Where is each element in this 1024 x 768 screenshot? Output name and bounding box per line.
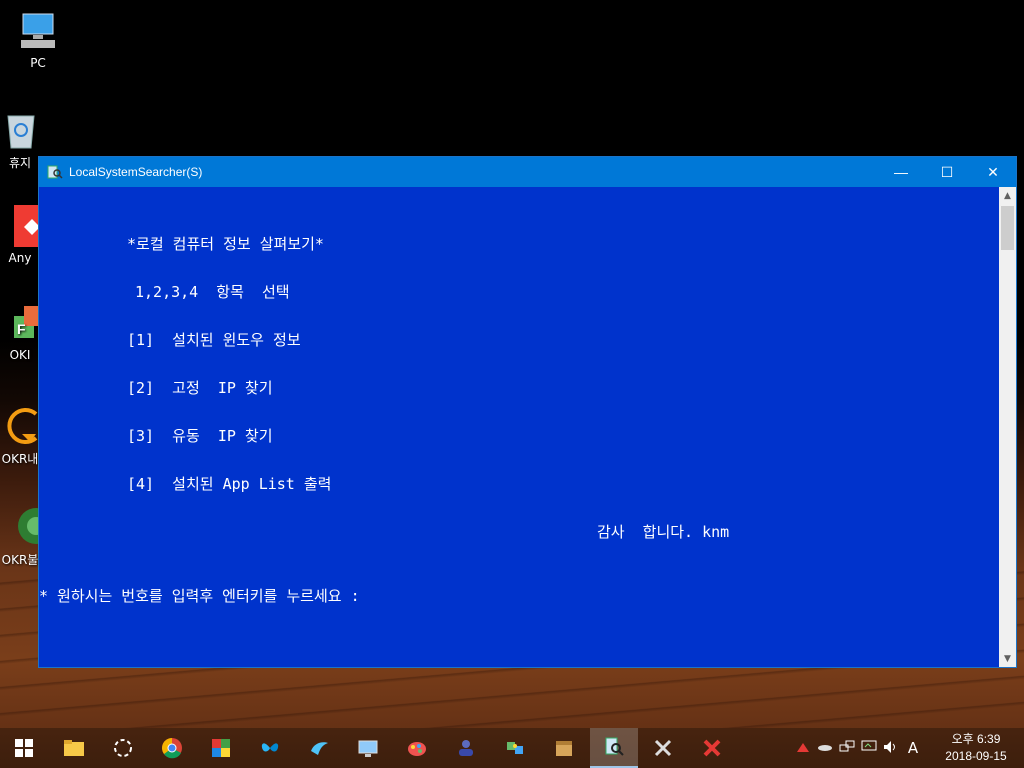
anydesk-icon <box>0 205 40 251</box>
console-option-2: [2] 고정 IP 찾기 <box>127 379 273 397</box>
taskbar-local-system-searcher[interactable] <box>590 728 638 768</box>
desktop-icon-label: 휴지 <box>8 156 32 170</box>
taskbar-butterfly[interactable] <box>246 728 294 768</box>
okr-app-icon: F <box>0 302 40 344</box>
taskbar: A 오후 6:39 2018-09-15 <box>0 728 1024 768</box>
scroll-up-icon[interactable]: ▲ <box>999 187 1016 204</box>
console-thanks: 감사 합니다. knm <box>597 523 730 541</box>
vertical-scrollbar[interactable]: ▲ ▼ <box>999 187 1016 667</box>
volume-icon[interactable] <box>880 740 902 757</box>
taskbar-clock[interactable]: 오후 6:39 2018-09-15 <box>936 731 1016 765</box>
file-explorer-icon <box>64 740 84 756</box>
window-titlebar[interactable]: LocalSystemSearcher(S) — ☐ ✕ <box>39 157 1016 187</box>
taskbar-red-x[interactable] <box>688 728 736 768</box>
taskbar-colorful-app[interactable] <box>197 728 245 768</box>
bird-icon <box>311 742 328 755</box>
desktop-icon-pc[interactable]: PC <box>0 10 76 70</box>
desktop-icon-okr-refresh[interactable]: OKR내 <box>0 404 40 467</box>
maximize-button[interactable]: ☐ <box>924 157 970 187</box>
taskbar-paint[interactable] <box>393 728 441 768</box>
butterfly-icon <box>261 743 279 752</box>
taskbar-bird[interactable] <box>295 728 343 768</box>
taskbar-chrome[interactable] <box>148 728 196 768</box>
close-button[interactable]: ✕ <box>970 157 1016 187</box>
tray-cloud-icon[interactable] <box>814 741 836 755</box>
console-input-prompt: * 원하시는 번호를 입력후 엔터키를 누르세요 : <box>39 587 360 605</box>
green-disc-icon <box>0 505 40 547</box>
console-output[interactable]: *로컬 컴퓨터 정보 살펴보기* 1,2,3,4 항목 선택 [1] 설치된 윈… <box>39 187 999 667</box>
desktop-icon-anydesk[interactable]: Any <box>0 205 40 265</box>
puzzle-icon <box>507 742 523 754</box>
tray-monitor-icon[interactable] <box>858 740 880 757</box>
console-option-3: [3] 유동 IP 찾기 <box>127 427 273 445</box>
scrollbar-thumb[interactable] <box>1001 206 1014 250</box>
taskbar-file-explorer[interactable] <box>50 728 98 768</box>
start-button[interactable] <box>0 728 48 768</box>
taskbar-network-user[interactable] <box>442 728 490 768</box>
desktop-icon-label: OKI <box>9 348 31 362</box>
desktop-icon-label: PC <box>30 56 46 70</box>
scroll-down-icon[interactable]: ▼ <box>999 650 1016 667</box>
taskbar-monitor[interactable] <box>344 728 392 768</box>
taskbar-box[interactable] <box>540 728 588 768</box>
minimize-button[interactable]: — <box>878 157 924 187</box>
desktop-icon-label: Any <box>8 251 32 265</box>
tools-icon <box>654 739 672 757</box>
capture-icon <box>114 739 132 757</box>
console-window[interactable]: LocalSystemSearcher(S) — ☐ ✕ *로컬 컴퓨터 정보 … <box>38 156 1017 668</box>
console-option-1: [1] 설치된 윈도우 정보 <box>127 331 301 349</box>
tray-chevron-icon[interactable] <box>792 741 814 756</box>
clock-date: 2018-09-15 <box>945 749 1007 763</box>
chrome-icon <box>162 738 182 759</box>
paint-icon <box>408 742 426 756</box>
refresh-arrow-icon <box>0 404 40 446</box>
colorful-app-icon <box>212 739 230 757</box>
console-select-prompt: 1,2,3,4 항목 선택 <box>135 283 290 301</box>
network-user-icon <box>459 740 473 756</box>
start-icon <box>15 739 33 757</box>
local-system-searcher-icon <box>47 164 63 180</box>
red-x-icon <box>703 739 721 757</box>
window-title: LocalSystemSearcher(S) <box>69 165 203 179</box>
recycle-bin-icon <box>0 108 40 150</box>
desktop-icon-label: OKR내 <box>1 452 39 466</box>
console-heading: *로컬 컴퓨터 정보 살펴보기* <box>127 235 324 253</box>
computer-icon <box>17 10 59 52</box>
ime-indicator[interactable]: A <box>902 739 924 757</box>
box-icon <box>556 741 572 756</box>
svg-text:F: F <box>17 321 26 337</box>
desktop-icon-label: OKR불 <box>1 553 39 567</box>
desktop-icon-oki[interactable]: F OKI <box>0 302 40 362</box>
system-tray: A <box>792 728 924 768</box>
taskbar-tools[interactable] <box>639 728 687 768</box>
console-option-4: [4] 설치된 App List 출력 <box>127 475 332 493</box>
taskbar-puzzle[interactable] <box>491 728 539 768</box>
taskbar-capture[interactable] <box>99 728 147 768</box>
clock-time: 오후 6:39 <box>951 732 1001 746</box>
local-system-searcher-icon <box>605 737 624 756</box>
monitor-icon <box>358 740 378 757</box>
desktop-icon-recycle-bin[interactable]: 휴지 <box>0 108 40 171</box>
network-icon[interactable] <box>836 740 858 757</box>
desktop-icon-okr-green[interactable]: OKR불 <box>0 505 40 568</box>
